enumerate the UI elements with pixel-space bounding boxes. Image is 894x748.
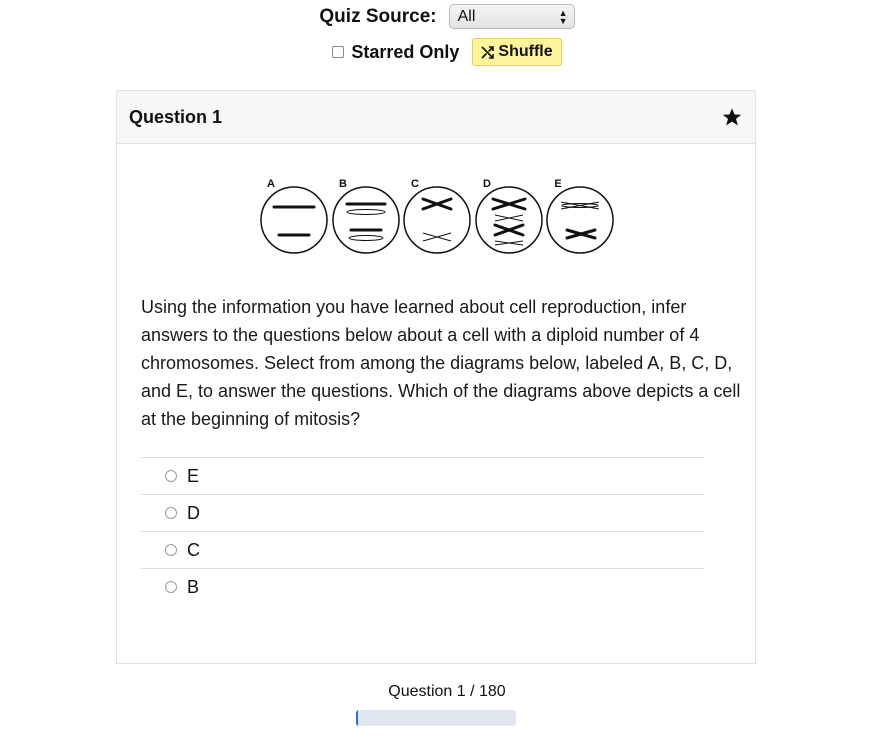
question-header: Question 1: [117, 91, 755, 144]
diagram-label-e: E: [554, 178, 561, 190]
cell-e: [546, 186, 614, 254]
starred-only-checkbox[interactable]: [332, 46, 345, 58]
question-card: Question 1 A B C D E Using the informati…: [116, 90, 756, 664]
cell-a: [260, 186, 328, 254]
answer-options: E D C B: [141, 457, 704, 605]
select-arrows-icon: ▲ ▼: [558, 7, 568, 26]
star-icon[interactable]: [721, 106, 743, 128]
diagram-label-b: B: [339, 178, 347, 190]
option-e[interactable]: E: [141, 457, 704, 494]
quiz-source-value: All: [457, 7, 476, 25]
option-b[interactable]: B: [141, 568, 704, 605]
shuffle-icon: [481, 45, 495, 59]
question-text: Using the information you have learned a…: [141, 297, 741, 429]
diagram-label-a: A: [267, 178, 275, 190]
progress-text: Question 1 / 180: [388, 683, 506, 700]
quiz-source-label: Quiz Source:: [319, 5, 437, 27]
diagram-label-c: C: [411, 178, 419, 190]
question-title: Question 1: [129, 106, 223, 127]
option-label: D: [187, 502, 200, 523]
cell-b: [332, 186, 400, 254]
cell-division-diagram: A B C D E: [260, 178, 614, 254]
radio-button[interactable]: [165, 581, 177, 593]
progress-bar: [356, 710, 516, 726]
radio-button[interactable]: [165, 507, 177, 519]
option-label: E: [187, 465, 200, 486]
progress-fill: [356, 710, 358, 726]
option-c[interactable]: C: [141, 531, 704, 568]
radio-button[interactable]: [165, 470, 177, 482]
option-label: B: [187, 576, 200, 597]
diagram-label-d: D: [483, 178, 491, 190]
shuffle-button[interactable]: Shuffle: [472, 38, 562, 66]
option-d[interactable]: D: [141, 494, 704, 531]
starred-only-label[interactable]: Starred Only: [351, 42, 459, 63]
quiz-source-select[interactable]: All ▲ ▼: [448, 4, 575, 29]
quiz-source-row: Quiz Source: All ▲ ▼: [0, 4, 894, 29]
shuffle-label: Shuffle: [498, 43, 553, 60]
option-label: C: [187, 539, 200, 560]
filter-row: Starred Only Shuffle: [0, 38, 894, 66]
cell-c: [403, 186, 471, 254]
radio-button[interactable]: [165, 544, 177, 556]
